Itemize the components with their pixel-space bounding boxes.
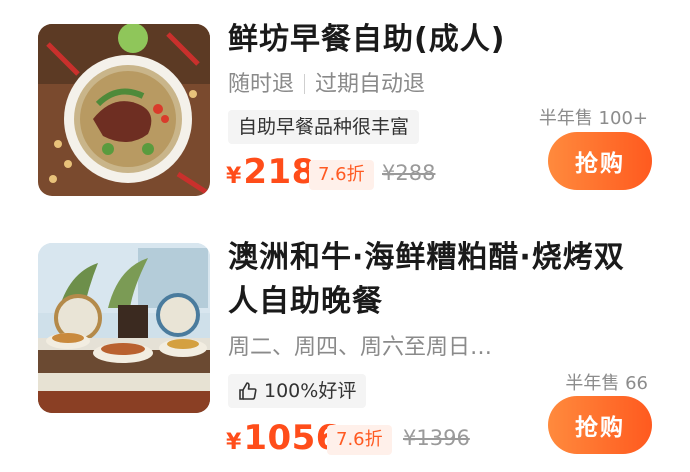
refund-anytime-text: 随时退 xyxy=(228,72,295,97)
product-title[interactable]: 澳洲和牛·海鲜糟粕醋·烧烤双人自助晚餐 xyxy=(228,236,648,324)
buy-button[interactable]: 抢购 xyxy=(548,396,652,454)
discount-badge: 7.6折 xyxy=(309,160,374,190)
product-desc: 随时退 过期自动退 xyxy=(228,70,425,100)
tag-label: 自助早餐品种很丰富 xyxy=(238,116,410,138)
review-tag: 自助早餐品种很丰富 xyxy=(228,110,420,144)
product-image[interactable] xyxy=(38,243,210,413)
current-price: ¥ 218 xyxy=(226,152,316,192)
noodle-soup-image xyxy=(38,24,210,196)
product-image[interactable] xyxy=(38,24,210,196)
original-price: ¥288 xyxy=(382,161,436,185)
sales-count: 半年售 100+ xyxy=(538,108,648,129)
buy-button[interactable]: 抢购 xyxy=(548,132,652,190)
auto-refund-text: 过期自动退 xyxy=(315,72,426,97)
product-title[interactable]: 鲜坊早餐自助(成人) xyxy=(228,18,648,62)
price-value: 218 xyxy=(243,152,316,192)
product-card[interactable]: 鲜坊早餐自助(成人) 随时退 过期自动退 自助早餐品种很丰富 ¥ 218 7.6折… xyxy=(0,0,690,230)
currency-symbol: ¥ xyxy=(226,164,242,189)
divider xyxy=(304,74,306,94)
buffet-image xyxy=(38,243,210,413)
